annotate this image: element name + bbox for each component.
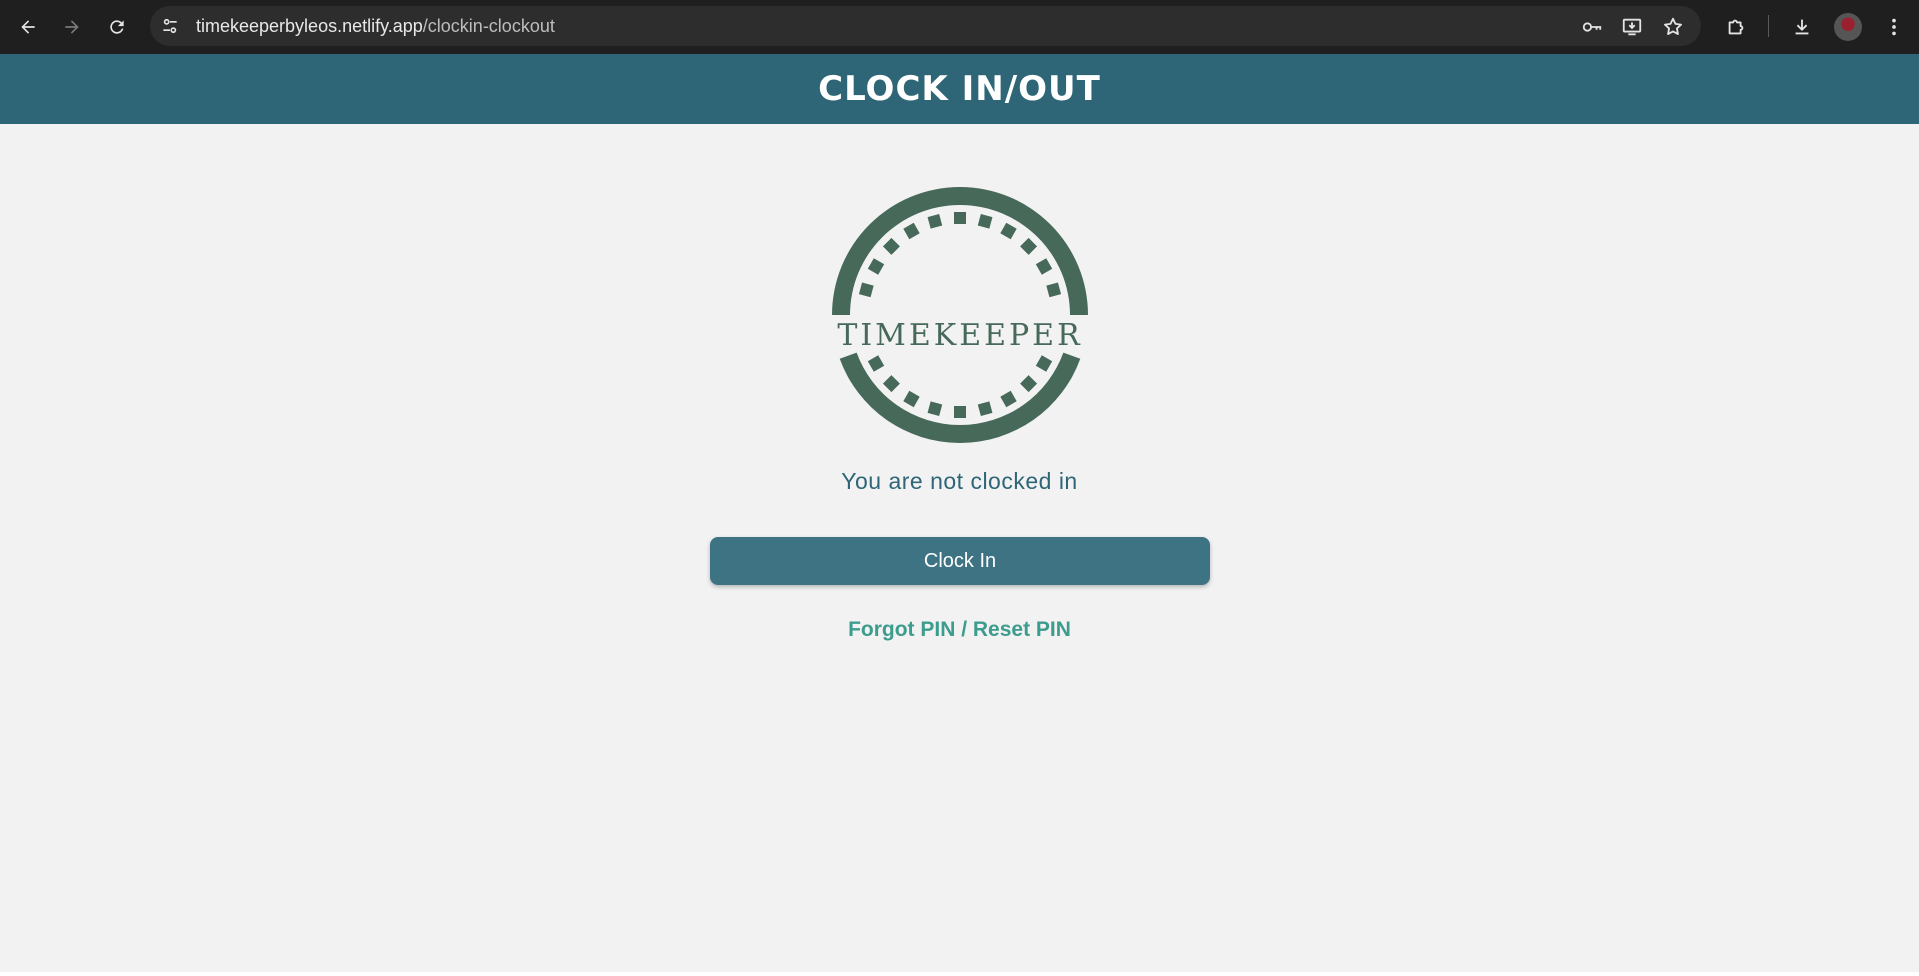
logo-tick-mark bbox=[927, 213, 943, 229]
tune-icon bbox=[163, 18, 177, 34]
logo-tick-mark bbox=[867, 355, 885, 372]
profile-avatar[interactable] bbox=[1834, 13, 1862, 41]
logo-tick-mark bbox=[1035, 355, 1053, 372]
url-path: /clockin-clockout bbox=[422, 16, 555, 36]
url-host: timekeeperbyleos.netlify.app bbox=[196, 16, 423, 36]
more-vert-icon bbox=[1892, 18, 1896, 36]
logo-text: TIMEKEEPER bbox=[837, 318, 1083, 353]
logo-tick-mark bbox=[903, 390, 920, 408]
site-info-button[interactable] bbox=[156, 12, 184, 40]
arrow-left-icon bbox=[21, 20, 35, 34]
forgot-pin-row: Forgot PIN / Reset PIN bbox=[0, 618, 1919, 642]
logo-tick-mark bbox=[1020, 237, 1038, 255]
browser-menu-button[interactable] bbox=[1878, 11, 1910, 43]
browser-toolbar: timekeeperbyleos.netlify.app/clockin-clo… bbox=[0, 0, 1919, 54]
logo-tick-mark bbox=[977, 401, 993, 417]
downloads-button[interactable] bbox=[1786, 11, 1818, 43]
install-app-button[interactable] bbox=[1619, 14, 1645, 40]
puzzle-icon bbox=[1728, 19, 1744, 35]
address-bar[interactable]: timekeeperbyleos.netlify.app/clockin-clo… bbox=[150, 6, 1701, 46]
back-button[interactable] bbox=[12, 11, 44, 43]
timekeeper-logo bbox=[832, 187, 1088, 443]
reload-button[interactable] bbox=[101, 11, 133, 43]
page-bottom-edge bbox=[0, 972, 1919, 976]
logo-tick-mark bbox=[1035, 258, 1053, 275]
arrow-right-icon bbox=[65, 20, 79, 34]
forward-button[interactable] bbox=[56, 11, 88, 43]
reload-icon bbox=[110, 20, 124, 34]
bookmark-button[interactable] bbox=[1660, 14, 1686, 40]
toolbar-divider bbox=[1768, 15, 1769, 37]
clock-in-button[interactable]: Clock In bbox=[710, 537, 1210, 585]
forgot-pin-link[interactable]: Forgot PIN / Reset PIN bbox=[848, 618, 1071, 641]
password-manager-button[interactable] bbox=[1579, 14, 1605, 40]
app-header: CLOCK IN/OUT bbox=[0, 54, 1919, 124]
url-text[interactable]: timekeeperbyleos.netlify.app/clockin-clo… bbox=[196, 16, 555, 36]
logo-tick-mark bbox=[927, 401, 943, 417]
star-icon bbox=[1664, 17, 1682, 35]
logo-tick-mark bbox=[1000, 222, 1017, 240]
logo-tick-mark bbox=[1020, 375, 1038, 393]
logo-tick-mark bbox=[1000, 390, 1017, 408]
logo-tick-mark bbox=[954, 212, 966, 224]
logo-tick-mark bbox=[882, 375, 900, 393]
logo-tick-mark bbox=[954, 406, 966, 418]
install-app-icon bbox=[1622, 18, 1642, 36]
logo-tick-mark bbox=[858, 282, 874, 298]
page-title: CLOCK IN/OUT bbox=[818, 69, 1101, 109]
logo-tick-mark bbox=[882, 237, 900, 255]
logo-tick-mark bbox=[903, 222, 920, 240]
logo-tick-mark bbox=[977, 213, 993, 229]
logo-tick-mark bbox=[867, 258, 885, 275]
logo-tick-mark bbox=[1046, 282, 1062, 298]
extensions-button[interactable] bbox=[1720, 11, 1752, 43]
download-icon bbox=[1795, 19, 1809, 35]
key-icon bbox=[1582, 22, 1602, 32]
clock-status-text: You are not clocked in bbox=[841, 468, 1078, 494]
